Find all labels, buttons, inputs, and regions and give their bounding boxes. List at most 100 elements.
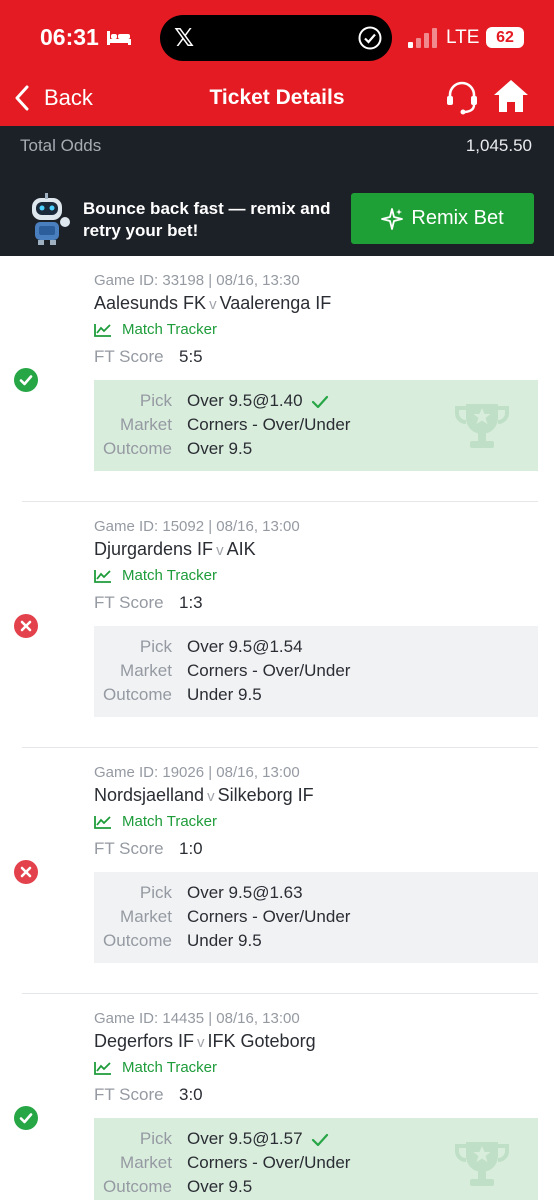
versus-label: v [209, 296, 217, 313]
ft-score-label: FT Score [94, 839, 164, 858]
game-id-meta: Game ID: 15092 | 08/16, 13:00 [94, 518, 300, 535]
status-time: 06:31 [40, 24, 99, 50]
pick-label: Pick [139, 391, 172, 410]
ft-score-label: FT Score [94, 347, 164, 366]
ft-score-value: 1:3 [179, 593, 203, 612]
pick-label: Pick [139, 637, 172, 656]
chart-line-icon [94, 815, 111, 829]
match-tracker-label: Match Tracker [122, 1059, 218, 1076]
away-team: AIK [226, 539, 256, 559]
chart-line-icon [94, 1061, 111, 1075]
outcome-row: Outcome Over 9.5 [94, 1177, 534, 1200]
outcome-value: Over 9.5 [187, 439, 253, 458]
home-team: Degerfors IF [94, 1031, 195, 1051]
ft-score-label: FT Score [94, 1085, 164, 1104]
check-icon [311, 395, 328, 408]
market-row: Market Corners - Over/Under [94, 907, 534, 931]
away-team: Silkeborg IF [217, 785, 314, 805]
total-odds-label: Total Odds [20, 136, 102, 155]
check-circle-icon [358, 26, 382, 50]
market-row: Market Corners - Over/Under [94, 1153, 534, 1177]
lost-status-icon [14, 860, 38, 884]
dynamic-island[interactable]: 𝕏 [160, 15, 392, 61]
match-teams: Degerfors IF v IFK Goteborg [94, 1031, 316, 1052]
top-bar: 06:31 𝕏 LTE 62 Back Ticket Details [0, 0, 554, 126]
game-id-meta: Game ID: 14435 | 08/16, 13:00 [94, 1010, 300, 1027]
market-label: Market [120, 415, 172, 434]
outcome-label: Outcome [103, 439, 172, 458]
away-team: Vaalerenga IF [219, 293, 332, 313]
pick-row: Pick Over 9.5@1.57 [94, 1129, 534, 1153]
market-value: Corners - Over/Under [187, 1153, 351, 1172]
match-tracker-link[interactable]: Match Tracker [94, 813, 217, 830]
market-value: Corners - Over/Under [187, 415, 351, 434]
ticket-card: Game ID: 19026 | 08/16, 13:00 Nordsjaella… [0, 748, 554, 994]
total-odds-value: 1,045.50 [465, 136, 532, 155]
match-tracker-label: Match Tracker [122, 321, 218, 338]
customer-support-icon[interactable] [444, 80, 480, 116]
pick-details-box: Pick Over 9.5@1.40 Market Corners - Over/Un… [94, 380, 538, 471]
lost-status-icon [14, 614, 38, 638]
chart-line-icon [94, 569, 111, 583]
versus-label: v [216, 542, 224, 559]
match-tracker-link[interactable]: Match Tracker [94, 1059, 217, 1076]
market-label: Market [120, 1153, 172, 1172]
ft-score-label: FT Score [94, 593, 164, 612]
pick-row: Pick Over 9.5@1.54 [94, 637, 534, 661]
pick-value-wrap: Over 9.5@1.63 [187, 883, 303, 903]
versus-label: v [197, 1034, 205, 1051]
match-tracker-link[interactable]: Match Tracker [94, 567, 217, 584]
remix-bet-label: Remix Bet [411, 207, 504, 229]
robot-mascot-icon [32, 193, 70, 245]
pick-value: Over 9.5@1.40 [187, 391, 303, 410]
match-tracker-label: Match Tracker [122, 813, 218, 830]
pick-row: Pick Over 9.5@1.40 [94, 391, 534, 415]
market-row: Market Corners - Over/Under [94, 661, 534, 685]
outcome-label: Outcome [103, 685, 172, 704]
home-team: Djurgardens IF [94, 539, 214, 559]
pick-value: Over 9.5@1.54 [187, 637, 303, 656]
outcome-label: Outcome [103, 1177, 172, 1196]
pick-details-box: Pick Over 9.5@1.57 Market Corners - Over/Un… [94, 1118, 538, 1200]
remix-bet-button[interactable]: Remix Bet [351, 193, 534, 244]
sleep-focus-icon [107, 31, 131, 45]
pick-row: Pick Over 9.5@1.63 [94, 883, 534, 907]
outcome-value: Under 9.5 [187, 931, 262, 950]
game-id-meta: Game ID: 19026 | 08/16, 13:00 [94, 764, 300, 781]
market-label: Market [120, 907, 172, 926]
home-icon[interactable] [492, 78, 530, 114]
won-status-icon [14, 1106, 38, 1130]
pick-value: Over 9.5@1.63 [187, 883, 303, 902]
match-teams: Djurgardens IF v AIK [94, 539, 256, 560]
signal-icon [408, 28, 437, 48]
network-type: LTE [446, 27, 480, 48]
market-label: Market [120, 661, 172, 680]
pick-details-box: Pick Over 9.5@1.63 Market Corners - Over/Un… [94, 872, 538, 963]
outcome-label: Outcome [103, 931, 172, 950]
match-tracker-link[interactable]: Match Tracker [94, 321, 217, 338]
game-id-meta: Game ID: 33198 | 08/16, 13:30 [94, 272, 300, 289]
pick-label: Pick [139, 883, 172, 902]
match-teams: Aalesunds FK v Vaalerenga IF [94, 293, 331, 314]
ft-score-value: 1:0 [179, 839, 203, 858]
outcome-value: Under 9.5 [187, 685, 262, 704]
outcome-value: Over 9.5 [187, 1177, 253, 1196]
sparkle-icon [381, 207, 404, 230]
won-status-icon [14, 368, 38, 392]
away-team: IFK Goteborg [207, 1031, 316, 1051]
match-tracker-label: Match Tracker [122, 567, 218, 584]
outcome-row: Outcome Over 9.5 [94, 439, 534, 463]
pick-value: Over 9.5@1.57 [187, 1129, 303, 1148]
market-row: Market Corners - Over/Under [94, 415, 534, 439]
ft-score-value: 3:0 [179, 1085, 203, 1104]
home-team: Aalesunds FK [94, 293, 207, 313]
battery-icon: 62 [486, 27, 524, 48]
chart-line-icon [94, 323, 111, 337]
remix-message: Bounce back fast — remix and retry your … [83, 199, 331, 240]
ft-score-value: 5:5 [179, 347, 203, 366]
ticket-card: Game ID: 15092 | 08/16, 13:00 Djurgardens… [0, 502, 554, 748]
versus-label: v [207, 788, 215, 805]
market-value: Corners - Over/Under [187, 907, 351, 926]
pick-label: Pick [139, 1129, 172, 1148]
pick-value-wrap: Over 9.5@1.40 [187, 391, 329, 411]
